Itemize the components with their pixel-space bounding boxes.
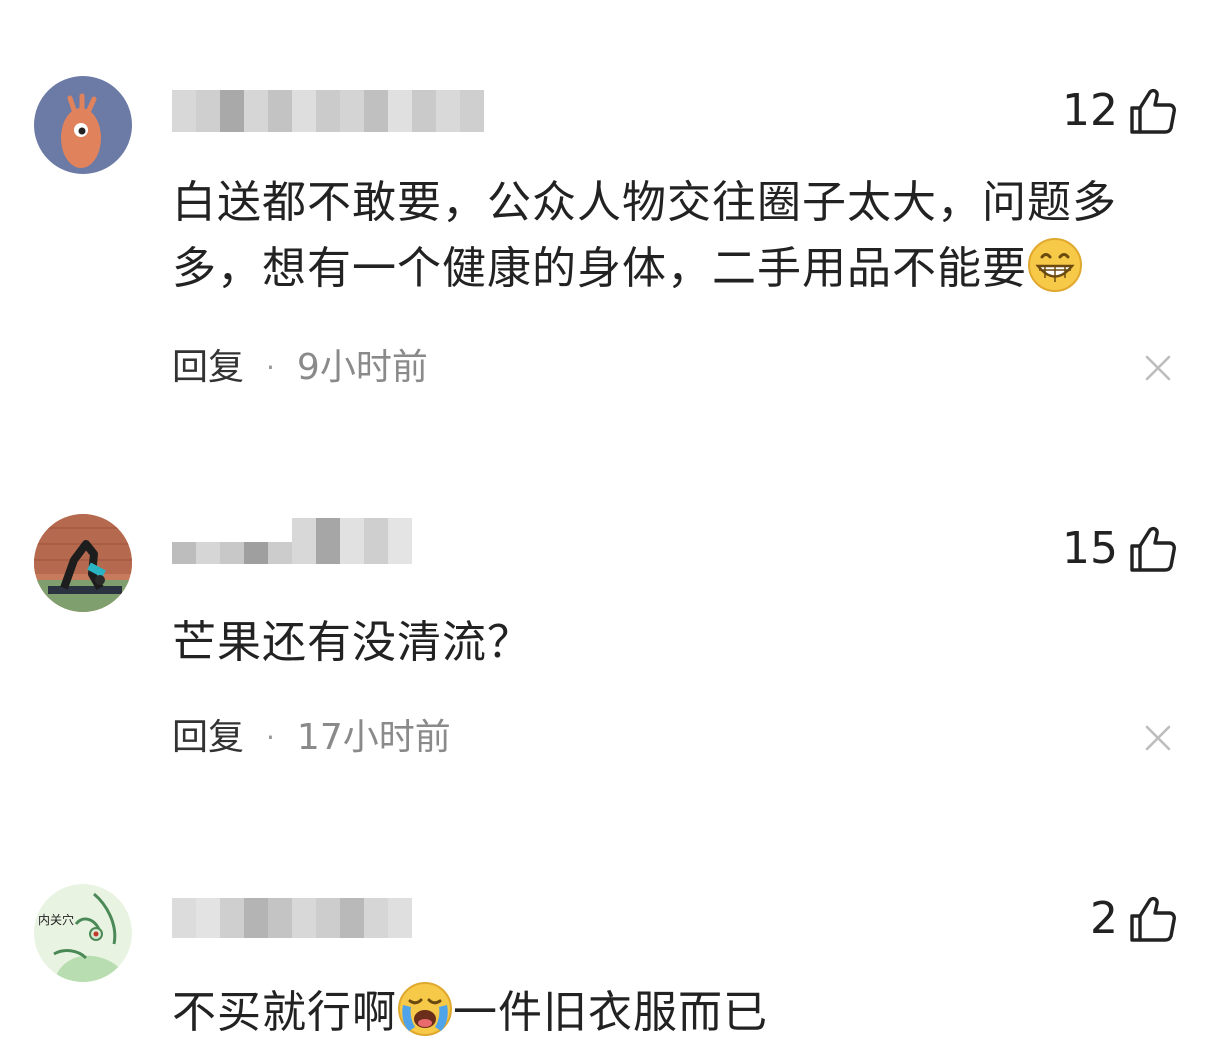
avatar-caption: 内关穴 xyxy=(38,912,74,927)
avatar[interactable] xyxy=(34,514,132,612)
comment-meta: 回复 · 17小时前 xyxy=(172,720,451,756)
thumbs-up-icon xyxy=(1130,526,1176,572)
like-count: 12 xyxy=(1062,85,1118,136)
like-count: 15 xyxy=(1062,523,1118,574)
comment-text: 不买就行啊 一件旧衣服而已 xyxy=(172,980,1172,1046)
loudly-crying-face-emoji xyxy=(398,982,452,1036)
username-redacted xyxy=(172,898,412,938)
grinning-face-emoji xyxy=(1028,238,1082,292)
avatar[interactable]: 内关穴 xyxy=(34,884,132,982)
like-button[interactable]: 15 xyxy=(1062,524,1178,574)
like-button[interactable]: 2 xyxy=(1090,894,1178,944)
reply-button[interactable]: 回复 xyxy=(172,350,244,386)
meta-separator: · xyxy=(266,351,275,384)
username-redacted xyxy=(172,90,484,132)
comment-text: 芒果还有没清流？ xyxy=(172,617,532,668)
username-redacted xyxy=(172,518,412,564)
close-icon[interactable] xyxy=(1144,724,1172,752)
thumbs-up-icon xyxy=(1130,88,1176,134)
avatar[interactable] xyxy=(34,76,132,174)
like-count: 2 xyxy=(1090,893,1118,944)
like-button[interactable]: 12 xyxy=(1062,86,1178,136)
comment-meta: 回复 · 9小时前 xyxy=(172,350,428,386)
thumbs-up-icon xyxy=(1130,896,1176,942)
comment-time: 17小时前 xyxy=(296,717,451,758)
close-icon[interactable] xyxy=(1144,354,1172,382)
comment-time: 9小时前 xyxy=(296,347,428,388)
reply-button[interactable]: 回复 xyxy=(172,720,244,756)
meta-separator: · xyxy=(266,721,275,754)
comment-text: 白送都不敢要，公众人物交往圈子太大，问题多多，想有一个健康的身体，二手用品不能要 xyxy=(172,177,1117,294)
